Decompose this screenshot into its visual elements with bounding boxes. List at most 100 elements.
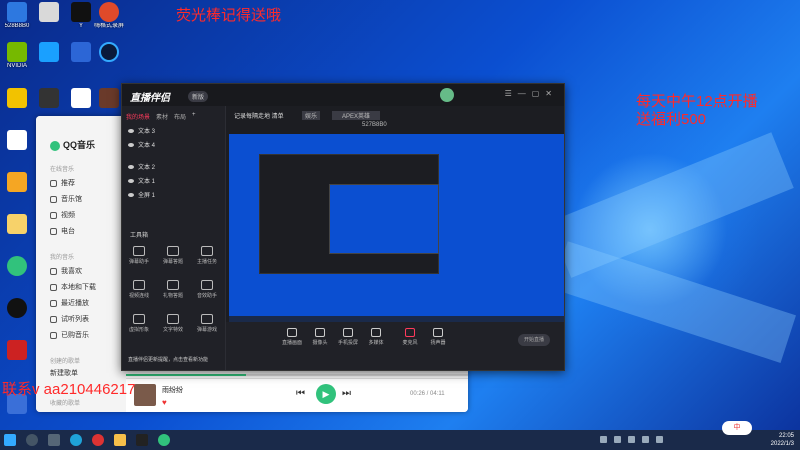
netease-music-icon[interactable] bbox=[92, 434, 104, 446]
desktop-icon[interactable] bbox=[2, 298, 32, 318]
desktop-icon[interactable] bbox=[66, 88, 96, 108]
avatar[interactable] bbox=[440, 88, 454, 102]
task-view-icon[interactable] bbox=[48, 434, 60, 446]
scene-item[interactable]: 文本 1 bbox=[128, 176, 155, 185]
tab-layout[interactable]: 布局 bbox=[174, 112, 186, 121]
eye-icon[interactable] bbox=[128, 192, 134, 197]
next-icon[interactable]: ⏭ bbox=[342, 388, 351, 399]
tool-quiz[interactable]: 弹幕答题 bbox=[158, 246, 188, 265]
desktop-icon[interactable] bbox=[2, 214, 32, 234]
eye-icon[interactable] bbox=[128, 178, 134, 183]
tab-scenes[interactable]: 我的场景 bbox=[126, 112, 150, 121]
play-button[interactable]: ▶ bbox=[316, 384, 336, 404]
tool-gift-quiz[interactable]: 礼物答题 bbox=[158, 280, 188, 299]
sidebar-item-library[interactable]: 音乐馆 bbox=[50, 194, 82, 204]
edge-icon[interactable] bbox=[70, 434, 82, 446]
clock[interactable]: 22:05 2022/1/3 bbox=[771, 432, 794, 448]
eye-icon[interactable] bbox=[128, 128, 134, 133]
ime-indicator[interactable]: 中 bbox=[722, 421, 752, 435]
playback-progress[interactable] bbox=[126, 374, 468, 376]
sidebar-item-local[interactable]: 本地和下载 bbox=[50, 282, 96, 292]
app-icon bbox=[7, 88, 27, 108]
control-screen[interactable]: 直播画面 bbox=[280, 328, 304, 346]
tray-icon[interactable] bbox=[600, 436, 607, 443]
desktop-icon[interactable] bbox=[66, 42, 96, 62]
control-camera[interactable]: 摄像头 bbox=[308, 328, 332, 346]
desktop-icon[interactable] bbox=[94, 88, 124, 108]
tool-tasks[interactable]: 主播任务 bbox=[192, 246, 222, 265]
tool-text-effect[interactable]: 文字特效 bbox=[158, 314, 188, 333]
scene-item[interactable]: 全屏 1 bbox=[128, 190, 155, 199]
desktop-icon[interactable] bbox=[2, 256, 32, 276]
desktop-icon[interactable] bbox=[34, 2, 64, 22]
tab-materials[interactable]: 素材 bbox=[156, 112, 168, 121]
sidebar-item-liked[interactable]: 我喜欢 bbox=[50, 266, 82, 276]
stream-app-sidebar: 我的场景 素材 布局 + 文本 3 文本 4 文本 2 文本 1 全屏 1 工具… bbox=[122, 106, 226, 370]
network-icon[interactable] bbox=[642, 436, 649, 443]
search-icon[interactable] bbox=[26, 434, 38, 446]
go-live-button[interactable]: 开始直播 bbox=[518, 334, 550, 346]
scene-item[interactable]: 文本 3 bbox=[128, 126, 155, 135]
sidebar-item-video[interactable]: 视频 bbox=[50, 210, 75, 220]
desktop-icon[interactable] bbox=[34, 88, 64, 108]
scene-item[interactable]: 文本 4 bbox=[128, 140, 155, 149]
tool-sound[interactable]: 音效助手 bbox=[192, 280, 222, 299]
windows-start-icon[interactable] bbox=[4, 434, 16, 446]
preview-nested-window bbox=[329, 184, 439, 254]
desktop-icon[interactable] bbox=[94, 42, 124, 62]
desktop-icon[interactable]: Y bbox=[66, 2, 96, 30]
desktop-icon[interactable] bbox=[2, 340, 32, 360]
sidebar-item-trial[interactable]: 试听列表 bbox=[50, 314, 89, 324]
control-speaker[interactable]: 扬声器 bbox=[426, 328, 450, 346]
desktop-icon[interactable] bbox=[34, 42, 64, 62]
sidebar-item-radio[interactable]: 电台 bbox=[50, 226, 75, 236]
room-title[interactable]: 记录每隔走地 清单 bbox=[234, 111, 284, 120]
room-category[interactable]: APEX英雄 bbox=[332, 111, 381, 120]
heart-icon[interactable]: ♥ bbox=[162, 398, 167, 407]
video-icon bbox=[133, 280, 145, 290]
room-info-bar: 记录每隔走地 清单 娱乐 APEX英雄 527B8B0 bbox=[232, 108, 564, 132]
desktop-icon[interactable] bbox=[2, 172, 32, 192]
stream-app-window[interactable]: 直播伴侣 新版 ☰—▢✕ 我的场景 素材 布局 + 文本 3 文本 4 文本 2… bbox=[121, 83, 565, 371]
sidebar-item-new-playlist[interactable]: 新建歌单 bbox=[50, 368, 78, 378]
scene-item[interactable]: 文本 2 bbox=[128, 162, 155, 171]
window-controls[interactable]: ☰—▢✕ bbox=[505, 89, 558, 98]
sidebar-item-recent[interactable]: 最近播放 bbox=[50, 298, 89, 308]
add-scene-icon[interactable]: + bbox=[192, 112, 196, 121]
eye-icon[interactable] bbox=[128, 142, 134, 147]
sidebar-item-purchased[interactable]: 已购音乐 bbox=[50, 330, 89, 340]
desktop-icon[interactable]: NVIDIA bbox=[2, 42, 32, 70]
control-microphone[interactable]: 麦克风 bbox=[398, 328, 422, 346]
app-icon bbox=[39, 42, 59, 62]
eye-icon[interactable] bbox=[128, 164, 134, 169]
desktop-icon[interactable]: 528B8B0 bbox=[2, 2, 32, 30]
stream-app-titlebar: 直播伴侣 新版 ☰—▢✕ bbox=[122, 84, 564, 106]
stream-app-logo: 直播伴侣 bbox=[130, 93, 170, 104]
desktop-icon[interactable] bbox=[2, 88, 32, 108]
desktop-icon[interactable] bbox=[2, 130, 32, 150]
volume-icon[interactable] bbox=[656, 436, 663, 443]
tool-danmaku-helper[interactable]: 弹幕助手 bbox=[124, 246, 154, 265]
tool-danmaku-game[interactable]: 弹幕游戏 bbox=[192, 314, 222, 333]
tool-avatar[interactable]: 虚拟形象 bbox=[124, 314, 154, 333]
tray-icon[interactable] bbox=[614, 436, 621, 443]
system-tray bbox=[600, 436, 663, 443]
stream-app-icon[interactable] bbox=[136, 434, 148, 446]
section-label: 收藏的歌单 bbox=[50, 401, 81, 407]
control-phone-cast[interactable]: 手机投屏 bbox=[336, 328, 360, 346]
tool-video-link[interactable]: 视频连线 bbox=[124, 280, 154, 299]
camera-icon bbox=[315, 328, 325, 337]
control-media[interactable]: 多媒体 bbox=[364, 328, 388, 346]
text-icon bbox=[167, 314, 179, 324]
qq-music-icon[interactable] bbox=[158, 434, 170, 446]
folder-icon[interactable] bbox=[114, 434, 126, 446]
stream-preview[interactable] bbox=[229, 134, 564, 322]
room-tag[interactable]: 娱乐 bbox=[302, 111, 321, 120]
prev-icon[interactable]: ⏮ bbox=[296, 388, 305, 399]
update-notice[interactable]: 直播伴侣更新提醒，点击查看新功能 bbox=[122, 356, 226, 363]
gift-icon bbox=[167, 280, 179, 290]
file-icon bbox=[7, 130, 27, 150]
tray-icon[interactable] bbox=[628, 436, 635, 443]
sidebar-item-recommend[interactable]: 推荐 bbox=[50, 178, 75, 188]
desktop-icon[interactable]: 嗨格式录屏 bbox=[94, 2, 124, 30]
